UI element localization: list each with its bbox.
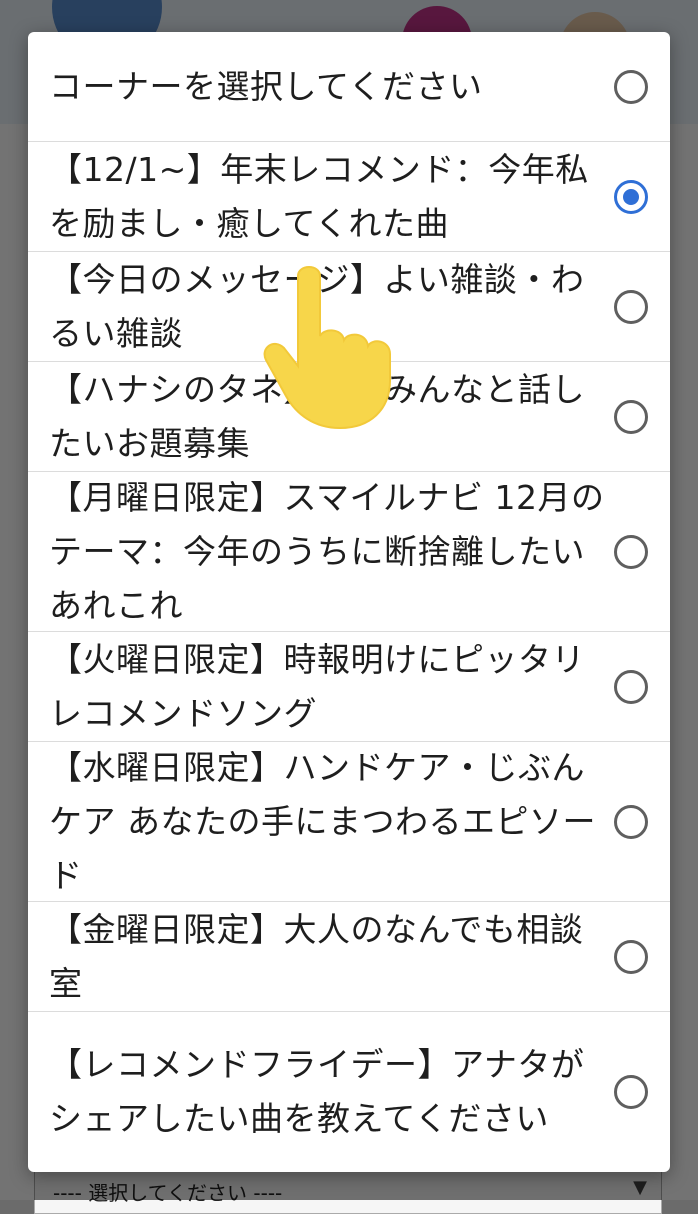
radio-button-icon[interactable]: [614, 289, 648, 324]
option-placeholder[interactable]: コーナーを選択してください: [28, 32, 670, 142]
hand-pointer-icon: [263, 266, 391, 430]
corner-select-dialog: コーナーを選択してください 【12/1~】年末レコメンド：今年私を励まし・癒して…: [28, 32, 670, 1172]
radio-button-icon[interactable]: [614, 399, 648, 434]
radio-button-icon[interactable]: [614, 669, 648, 704]
radio-button-icon[interactable]: [614, 1075, 648, 1109]
option-label: 【レコメンドフライデー】アナタがシェアしたい曲を教えてください: [49, 1045, 585, 1138]
radio-button-icon[interactable]: [614, 69, 648, 104]
option-label: 【12/1~】年末レコメンド：今年私を励まし・癒してくれた曲: [49, 149, 589, 243]
radio-button-icon[interactable]: [614, 534, 648, 569]
option-label: 【水曜日限定】ハンドケア・じぶんケア あなたの手にまつわるエピソード: [49, 747, 596, 895]
radio-button-checked-icon[interactable]: [614, 179, 648, 214]
radio-button-icon[interactable]: [614, 804, 648, 839]
option-tuesday-limited[interactable]: 【火曜日限定】時報明けにピッタリレコメンドソング: [28, 632, 670, 742]
option-year-end-recommend[interactable]: 【12/1~】年末レコメンド：今年私を励まし・癒してくれた曲: [28, 142, 670, 252]
radio-button-icon[interactable]: [614, 939, 648, 974]
option-label: 【火曜日限定】時報明けにピッタリレコメンドソング: [49, 639, 585, 733]
option-recommend-friday[interactable]: 【レコメンドフライデー】アナタがシェアしたい曲を教えてください: [28, 1012, 670, 1172]
option-friday-limited[interactable]: 【金曜日限定】大人のなんでも相談室: [28, 902, 670, 1012]
option-label: 【月曜日限定】スマイルナビ 12月のテーマ：今年のうちに断捨離したいあれこれ: [49, 477, 605, 625]
option-label: 【金曜日限定】大人のなんでも相談室: [49, 909, 584, 1003]
option-monday-limited[interactable]: 【月曜日限定】スマイルナビ 12月のテーマ：今年のうちに断捨離したいあれこれ: [28, 472, 670, 632]
option-wednesday-limited[interactable]: 【水曜日限定】ハンドケア・じぶんケア あなたの手にまつわるエピソード: [28, 742, 670, 902]
option-label: コーナーを選択してください: [49, 66, 483, 106]
